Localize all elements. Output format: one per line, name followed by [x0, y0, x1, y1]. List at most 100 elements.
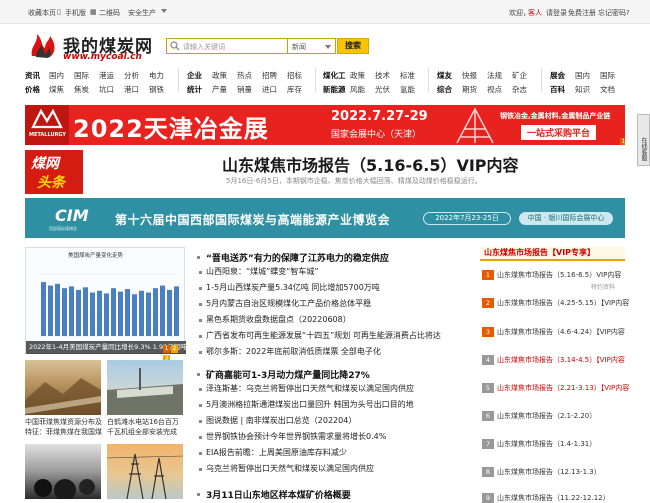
news-item[interactable]: 1-5月山西煤炭产量5.34亿吨 同比增加5700万吨	[206, 282, 380, 293]
chart-bar	[174, 286, 179, 336]
cim-logo: CIM	[55, 206, 89, 225]
nav-item[interactable]: 焦炭	[74, 84, 89, 95]
mobile-link[interactable]: 手机版	[65, 8, 86, 18]
nav-item[interactable]: 光伏	[375, 84, 390, 95]
safety-link[interactable]: 安全生产	[128, 8, 156, 18]
banner-logo-block: METALLURGY	[25, 105, 69, 145]
nav-item[interactable]: 招标	[287, 70, 302, 81]
nav-item[interactable]: 港口	[124, 84, 139, 95]
news-lead-title[interactable]: 3月11日山东地区样本煤矿价格概要	[206, 488, 351, 501]
banner-location: 中国 · 银川国际会展中心	[519, 212, 613, 225]
nav-item[interactable]: 价格	[25, 84, 40, 95]
nav-item[interactable]: 杂志	[512, 84, 527, 95]
report-link[interactable]: 山东煤焦市场报告（2.1-2.20）	[497, 411, 596, 421]
news-item[interactable]: 山西阳泉：“煤城”蝶变“智车城”	[206, 266, 319, 277]
report-link[interactable]: 山东煤焦市场报告（5.16-6.5）VIP内容	[497, 270, 621, 280]
nav-item[interactable]: 百科	[550, 84, 565, 95]
nav-item[interactable]: 热点	[237, 70, 252, 81]
report-link[interactable]: 山东煤焦市场报告（1.4-1.31）	[497, 439, 596, 449]
nav-item[interactable]: 新能源	[323, 84, 346, 95]
photo-thumbnail[interactable]	[107, 360, 183, 415]
nav-item[interactable]: 政策	[350, 70, 365, 81]
nav-item[interactable]: 期货	[462, 84, 477, 95]
login-link[interactable]: 请登录	[546, 8, 567, 18]
news-item[interactable]: 黑色系期货收盘数据盘点（20220608）	[206, 314, 351, 325]
nav-item[interactable]: 分析	[124, 70, 139, 81]
nav-item[interactable]: 资讯	[25, 70, 40, 81]
news-item[interactable]: 世界钢铁协会预计今年世界钢铁需求量将增长0.4%	[206, 431, 386, 442]
news-item[interactable]: 泽连斯基：乌克兰将暂停出口天然气和煤炭以满足国内供应	[206, 383, 414, 394]
photo-thumbnail[interactable]	[25, 444, 101, 499]
nav-item[interactable]: 文档	[600, 84, 615, 95]
news-item[interactable]: 乌克兰将暂停出口天然气和煤炭以满足国内供应	[206, 463, 374, 474]
nav-item[interactable]: 标准	[400, 70, 415, 81]
nav-item[interactable]: 国际	[600, 70, 615, 81]
chart-bar	[55, 283, 60, 336]
headline-title[interactable]: 山东煤焦市场报告（5.16-6.5）VIP内容	[222, 152, 519, 176]
nav-item[interactable]: 矿企	[512, 70, 527, 81]
nav-item[interactable]: 展会	[550, 70, 565, 81]
nav-item[interactable]: 煤化工	[323, 70, 346, 81]
report-link[interactable]: 山东煤焦市场报告（4.25-5.15）【VIP内容	[497, 298, 629, 308]
nav-divider	[315, 68, 316, 92]
nav-item[interactable]: 国际	[74, 70, 89, 81]
nav-item[interactable]: 国内	[575, 70, 590, 81]
pager-button[interactable]: 1	[163, 345, 170, 353]
expo-banner-west[interactable]: CIM 西部国际煤博会 第十六届中国西部国际煤炭与高端能源产业博览会 2022年…	[25, 198, 625, 238]
bookmark-link[interactable]: 收藏本页	[28, 8, 56, 18]
search-category-select[interactable]: 新闻	[288, 38, 336, 54]
forgot-password-link[interactable]: 忘记密码?	[598, 8, 630, 18]
nav-item[interactable]: 国内	[49, 70, 64, 81]
photo-thumbnail[interactable]	[107, 444, 183, 499]
nav-item[interactable]: 视点	[487, 84, 502, 95]
nav-item[interactable]: 技术	[375, 70, 390, 81]
nav-item[interactable]: 统计	[187, 84, 202, 95]
news-item[interactable]: 5月内蒙古自治区规模煤化工产品价格总体平稳	[206, 298, 371, 309]
expo-banner-tianjin[interactable]: METALLURGY 2022天津冶金展 2022.7.27-29 国家会展中心…	[25, 105, 625, 145]
photo-thumbnail[interactable]	[25, 360, 101, 415]
nav-item[interactable]: 煤友	[437, 70, 452, 81]
nav-item[interactable]: 氢能	[400, 84, 415, 95]
nav-item[interactable]: 产量	[212, 84, 227, 95]
news-lead-title[interactable]: 矿商嘉能可1-3月动力煤产量同比降27%	[206, 368, 370, 381]
nav-item[interactable]: 港运	[99, 70, 114, 81]
nav-item[interactable]: 风能	[350, 84, 365, 95]
nav-item[interactable]: 知识	[575, 84, 590, 95]
photo-caption[interactable]: 白鹤滩水电站16台百万千瓦机组全部安装完成	[107, 417, 185, 437]
report-link[interactable]: 山东煤焦市场报告（11.22-12.12）	[497, 493, 610, 503]
nav-item[interactable]: 销量	[237, 84, 252, 95]
nav-item[interactable]: 企业	[187, 70, 202, 81]
nav-item[interactable]: 库存	[287, 84, 302, 95]
nav-item[interactable]: 坑口	[99, 84, 114, 95]
slideshow-chart[interactable]: 美国煤炭产量变化走势 2022年1-4月美国煤炭产量同比增长9.3% 1.93亿…	[25, 247, 186, 363]
photo-caption[interactable]: 中国菲煤焦煤资源分布及特征：菲煤焦煤在我国煤	[25, 417, 103, 437]
nav-item[interactable]: 招聘	[262, 70, 277, 81]
pager-button[interactable]: 1	[620, 138, 625, 145]
report-link[interactable]: 山东煤焦市场报告（2.21-3.13）【VIP内容	[497, 383, 629, 393]
news-item[interactable]: 图说数据 | 南非煤炭出口总览（202204）	[206, 415, 356, 426]
news-item[interactable]: EIA报告前瞻：上周美国原油库存料减少	[206, 447, 347, 458]
register-link[interactable]: 免费注册	[568, 8, 596, 18]
search-input[interactable]: 请输入关键词	[166, 38, 288, 54]
report-link[interactable]: 山东煤焦市场报告（12.13-1.3）	[497, 467, 601, 477]
nav-item[interactable]: 综合	[437, 84, 452, 95]
news-lead-title[interactable]: “晋电送苏”有力的保障了江苏电力的稳定供应	[206, 251, 389, 264]
nav-item[interactable]: 法规	[487, 70, 502, 81]
qrcode-link[interactable]: 二维码	[99, 8, 120, 18]
nav-item[interactable]: 钢铁	[149, 84, 164, 95]
rank-number: 9	[482, 493, 494, 503]
report-link[interactable]: 山东煤焦市场报告（3.14-4.5）【VIP内容	[497, 355, 625, 365]
nav-item[interactable]: 快报	[462, 70, 477, 81]
nav-item[interactable]: 进口	[262, 84, 277, 95]
nav-item[interactable]: 政策	[212, 70, 227, 81]
report-link[interactable]: 山东煤焦市场报告（4.6-4.24）【VIP内容	[497, 327, 625, 337]
nav-item[interactable]: 电力	[149, 70, 164, 81]
online-service-widget[interactable]: 在线客服	[637, 114, 650, 166]
chart-bar	[62, 288, 67, 336]
news-item[interactable]: 5月澳洲格拉斯通港煤炭出口量回升 韩国为头号出口目的地	[206, 399, 414, 410]
search-button[interactable]: 搜索	[337, 38, 369, 54]
news-item[interactable]: 广西省发布可再生能源发展“十四五”规划 可再生能源消费占比将达	[206, 330, 472, 341]
news-item[interactable]: 鄂尔多斯：2022年底前取消低质煤票 全部电子化	[206, 346, 381, 357]
nav-item[interactable]: 煤焦	[49, 84, 64, 95]
pager-button[interactable]: 2	[171, 345, 178, 353]
